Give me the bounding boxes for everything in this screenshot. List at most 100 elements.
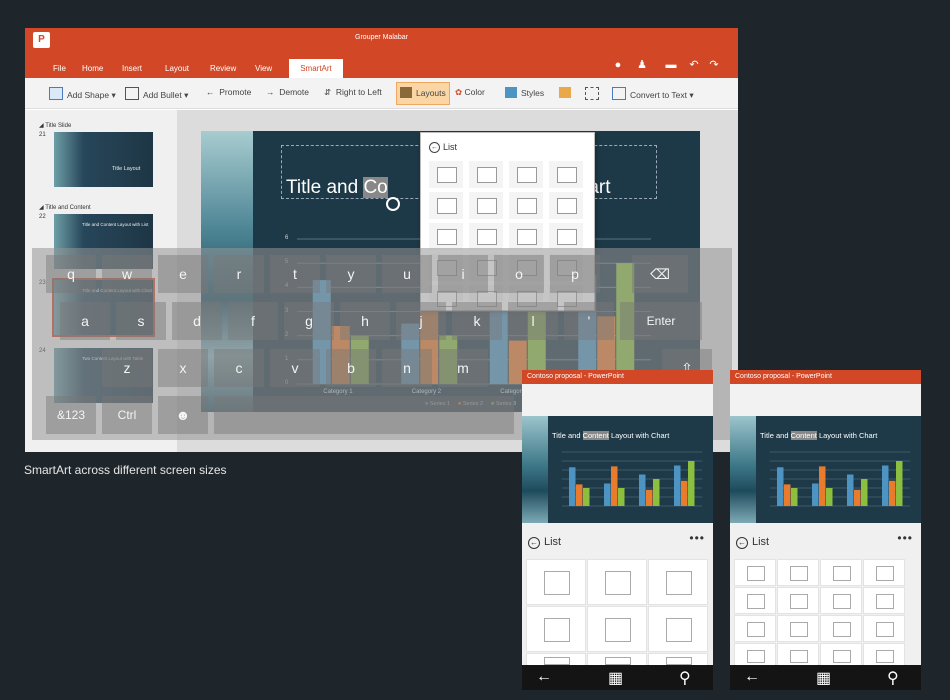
more-icon[interactable]: ••• bbox=[897, 531, 913, 545]
section-title[interactable]: ◢ Title and Content bbox=[39, 204, 91, 211]
layout-option[interactable] bbox=[777, 559, 819, 586]
layout-option[interactable] bbox=[509, 223, 543, 250]
phone-slide[interactable]: Title and Content Layout with Chart bbox=[730, 416, 921, 523]
tab-insert[interactable]: Insert bbox=[122, 64, 142, 73]
key-0[interactable]: a bbox=[60, 302, 110, 340]
layout-option[interactable] bbox=[777, 615, 819, 642]
tab-smartart[interactable]: SmartArt bbox=[289, 59, 343, 78]
layout-option[interactable] bbox=[509, 192, 543, 219]
space-key[interactable] bbox=[214, 396, 514, 434]
layout-option[interactable] bbox=[587, 606, 647, 652]
key-t[interactable]: t bbox=[270, 255, 320, 293]
slide-thumbnail[interactable]: Title Layout bbox=[54, 132, 153, 187]
key-5[interactable]: h bbox=[340, 302, 390, 340]
styles-button[interactable]: Styles bbox=[505, 87, 544, 98]
key-8[interactable]: l bbox=[508, 302, 558, 340]
back-icon[interactable]: ← bbox=[528, 537, 540, 549]
layout-option[interactable] bbox=[648, 606, 708, 652]
key-y[interactable]: y bbox=[326, 255, 376, 293]
share-icon[interactable]: ♟ bbox=[636, 59, 648, 71]
key-r[interactable]: r bbox=[214, 255, 264, 293]
tab-file[interactable]: File bbox=[53, 64, 66, 73]
layout-option[interactable] bbox=[863, 559, 905, 586]
layout-option[interactable] bbox=[469, 192, 503, 219]
convert-to-text-button[interactable]: Convert to Text ▾ bbox=[612, 87, 694, 101]
key-v[interactable]: v bbox=[270, 349, 320, 387]
backspace-key[interactable]: ⌫ bbox=[632, 255, 688, 293]
key-w[interactable]: w bbox=[102, 255, 152, 293]
tab-view[interactable]: View bbox=[255, 64, 272, 73]
layouts-button[interactable]: Layouts bbox=[396, 82, 450, 105]
layout-option[interactable] bbox=[648, 559, 708, 605]
search-icon[interactable]: ⚲ bbox=[679, 668, 691, 688]
numbers-key[interactable]: &123 bbox=[46, 396, 96, 434]
lightbulb-icon[interactable]: ● bbox=[612, 59, 624, 71]
key-p[interactable]: p bbox=[550, 255, 600, 293]
layout-option[interactable] bbox=[469, 161, 503, 188]
demote-button[interactable]: → Demote bbox=[266, 87, 309, 97]
key-2[interactable]: d bbox=[172, 302, 222, 340]
layout-option[interactable] bbox=[469, 223, 503, 250]
ctrl-key[interactable]: Ctrl bbox=[102, 396, 152, 434]
layout-option[interactable] bbox=[777, 587, 819, 614]
layout-option[interactable] bbox=[549, 192, 583, 219]
key-7[interactable]: k bbox=[452, 302, 502, 340]
layout-option[interactable] bbox=[429, 223, 463, 250]
promote-button[interactable]: ← Promote bbox=[206, 87, 251, 97]
layout-option[interactable] bbox=[429, 161, 463, 188]
back-arrow-icon[interactable]: ← bbox=[536, 668, 552, 686]
present-icon[interactable]: ▬ bbox=[665, 59, 677, 71]
key-1[interactable]: s bbox=[116, 302, 166, 340]
search-icon[interactable]: ⚲ bbox=[887, 668, 899, 688]
phone-slide[interactable]: Title and Content Layout with Chart bbox=[522, 416, 713, 523]
key-4[interactable]: g bbox=[284, 302, 334, 340]
layout-option[interactable] bbox=[549, 161, 583, 188]
key-e[interactable]: e bbox=[158, 255, 208, 293]
layout-option[interactable] bbox=[820, 559, 862, 586]
key-z[interactable]: z bbox=[102, 349, 152, 387]
more-icon[interactable]: ••• bbox=[689, 531, 705, 545]
key-n[interactable]: n bbox=[382, 349, 432, 387]
back-arrow-icon[interactable]: ← bbox=[744, 668, 760, 686]
windows-icon[interactable]: ▦ bbox=[816, 668, 831, 688]
layout-option[interactable] bbox=[820, 615, 862, 642]
layout-option[interactable] bbox=[549, 223, 583, 250]
layout-option[interactable] bbox=[820, 587, 862, 614]
key-c[interactable]: c bbox=[214, 349, 264, 387]
key-q[interactable]: q bbox=[46, 255, 96, 293]
color-button[interactable]: ✿ Color bbox=[455, 87, 485, 98]
windows-icon[interactable]: ▦ bbox=[608, 668, 623, 688]
key-3[interactable]: f bbox=[228, 302, 278, 340]
key-x[interactable]: x bbox=[158, 349, 208, 387]
size-button[interactable] bbox=[585, 87, 603, 100]
back-icon[interactable]: ← bbox=[736, 537, 748, 549]
key-6[interactable]: j bbox=[396, 302, 446, 340]
layout-option[interactable] bbox=[429, 192, 463, 219]
layout-option[interactable] bbox=[526, 559, 586, 605]
layout-option[interactable] bbox=[734, 615, 776, 642]
layout-option[interactable] bbox=[863, 643, 905, 667]
add-bullet-button[interactable]: Add Bullet ▾ bbox=[125, 87, 188, 101]
tab-home[interactable]: Home bbox=[82, 64, 103, 73]
layout-option[interactable] bbox=[734, 643, 776, 667]
layout-option[interactable] bbox=[734, 559, 776, 586]
layout-option[interactable] bbox=[777, 643, 819, 667]
layout-option[interactable] bbox=[863, 615, 905, 642]
layout-option[interactable] bbox=[526, 606, 586, 652]
layout-option[interactable] bbox=[734, 587, 776, 614]
key-o[interactable]: o bbox=[494, 255, 544, 293]
layout-option[interactable] bbox=[509, 161, 543, 188]
key-9[interactable]: ' bbox=[564, 302, 614, 340]
emoji-key[interactable]: ☻ bbox=[158, 396, 208, 434]
key-i[interactable]: i bbox=[438, 255, 488, 293]
right-to-left-button[interactable]: ⇵ Right to Left bbox=[324, 87, 382, 98]
layout-option[interactable] bbox=[863, 587, 905, 614]
tab-review[interactable]: Review bbox=[210, 64, 236, 73]
layout-option[interactable] bbox=[587, 559, 647, 605]
back-icon[interactable]: ← bbox=[429, 142, 440, 153]
arrange-button[interactable] bbox=[559, 87, 575, 98]
add-shape-button[interactable]: Add Shape ▾ bbox=[49, 87, 116, 101]
tab-layout[interactable]: Layout bbox=[165, 64, 189, 73]
redo-icon[interactable]: ↷ bbox=[708, 59, 720, 71]
enter-key[interactable]: Enter bbox=[620, 302, 702, 340]
